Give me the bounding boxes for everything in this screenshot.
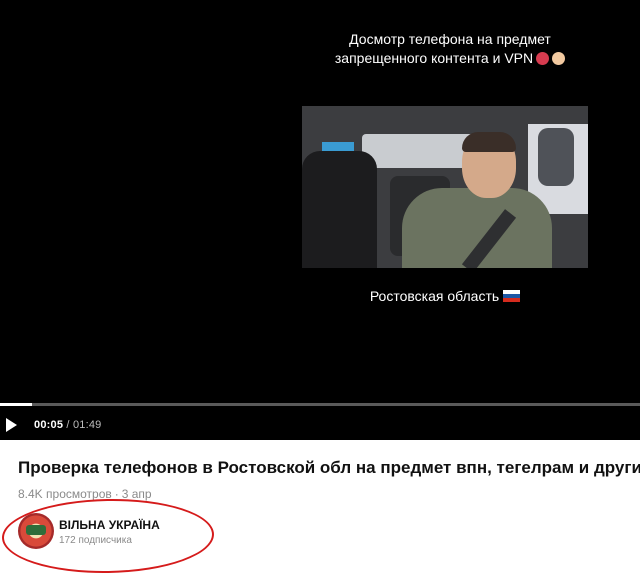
play-icon[interactable] — [6, 418, 17, 432]
video-title: Проверка телефонов в Ростовской обл на п… — [18, 458, 640, 477]
time-display: 00:05 / 01:49 — [34, 419, 101, 431]
current-time: 00:05 — [34, 419, 64, 431]
exploding-head-emoji-icon — [552, 52, 566, 65]
overlay-title-line-2: запрещенного контента и VPN — [334, 50, 534, 66]
video-frame-car-interior — [302, 106, 588, 268]
red-annotation-circle — [1, 497, 215, 575]
angry-face-emoji-icon — [536, 52, 550, 65]
video-progress-fill — [0, 403, 32, 406]
video-progress-bar[interactable] — [0, 403, 640, 406]
region-caption-text: Ростовская область — [369, 288, 500, 304]
russia-flag-icon — [503, 290, 521, 302]
video-overlay-title: Досмотр телефона на предмет запрещенного… — [300, 30, 600, 68]
video-player[interactable]: Досмотр телефона на предмет запрещенного… — [0, 0, 640, 440]
overlay-title-line-1: Досмотр телефона на предмет — [349, 31, 551, 47]
duration: 01:49 — [72, 419, 102, 431]
time-separator: / — [66, 419, 70, 431]
region-caption: Ростовская область — [300, 288, 590, 304]
